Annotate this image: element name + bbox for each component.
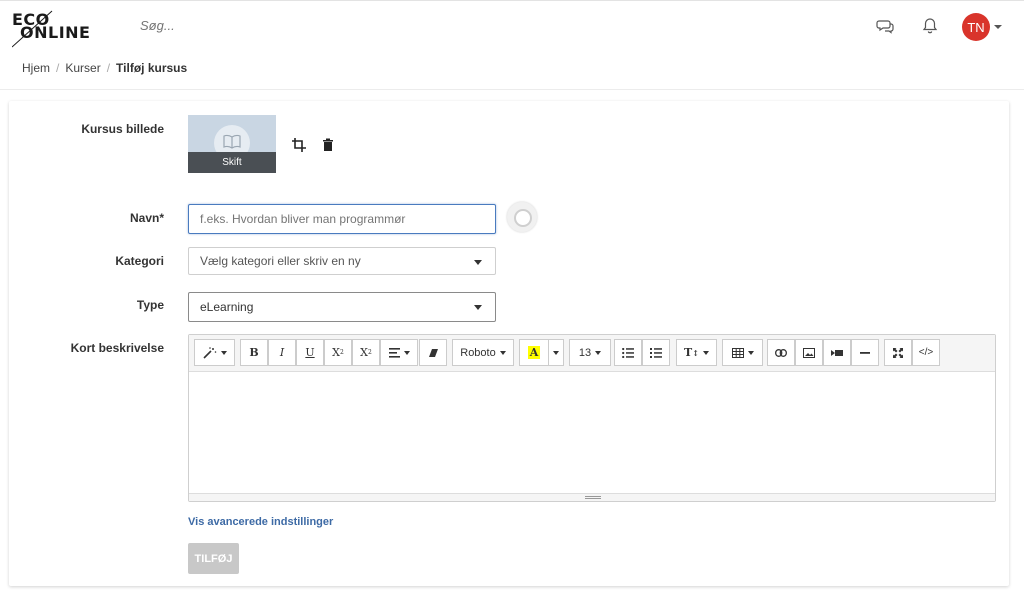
bold-button[interactable]: B — [240, 339, 268, 366]
superscript-button[interactable]: X2 — [324, 339, 352, 366]
font-color-value: A — [527, 346, 541, 359]
font-color-dropdown[interactable] — [548, 339, 564, 366]
magic-style-button[interactable] — [194, 339, 235, 366]
course-image-label: Kursus billede — [81, 122, 164, 136]
add-course-form: Kursus billede Skift Navn* Kategori Vælg… — [9, 101, 1009, 586]
category-placeholder: Vælg kategori eller skriv en ny — [200, 254, 361, 268]
chevron-down-icon — [747, 350, 754, 355]
line-height-value: T — [684, 346, 693, 359]
italic-button[interactable]: I — [268, 339, 296, 366]
name-label: Navn* — [129, 211, 164, 225]
chevron-down-icon — [403, 350, 410, 355]
insert-image-button[interactable] — [795, 339, 823, 366]
chevron-down-icon — [220, 350, 227, 355]
category-select[interactable]: Vælg kategori eller skriv en ny — [188, 247, 496, 275]
type-value: eLearning — [200, 300, 254, 314]
ecoonline-logo[interactable]: ECO ONLINE — [12, 9, 90, 49]
font-family-value: Roboto — [460, 346, 496, 359]
line-height-dropdown[interactable]: T ↕ — [676, 339, 717, 366]
table-dropdown[interactable] — [722, 339, 763, 366]
type-select[interactable]: eLearning — [188, 292, 496, 322]
editor-toolbar: B I U X2 X2 Roboto A 13 T ↕ </> — [189, 335, 995, 372]
breadcrumb-home[interactable]: Hjem — [22, 61, 50, 75]
rich-text-editor: B I U X2 X2 Roboto A 13 T ↕ </> — [188, 334, 996, 502]
course-image-preview[interactable]: Skift — [188, 115, 276, 173]
font-size-value: 13 — [578, 346, 592, 359]
subscript-label: X — [360, 346, 368, 359]
link-icon — [775, 348, 787, 357]
font-size-dropdown[interactable]: 13 — [569, 339, 611, 366]
editor-content-area[interactable] — [189, 372, 995, 494]
short-description-label: Kort beskrivelse — [70, 341, 164, 355]
user-avatar[interactable]: TN — [962, 13, 990, 41]
ordered-list-button[interactable] — [642, 339, 670, 366]
add-course-button[interactable]: TILFØJ — [188, 543, 239, 574]
minus-icon — [860, 351, 870, 354]
bullet-list-icon — [622, 347, 634, 358]
trash-icon[interactable] — [321, 138, 335, 152]
chat-icon[interactable] — [876, 17, 894, 35]
breadcrumb-courses[interactable]: Kurser — [65, 61, 100, 75]
eraser-icon — [428, 348, 438, 357]
unordered-list-button[interactable] — [614, 339, 642, 366]
divider — [0, 89, 1024, 90]
category-label: Kategori — [115, 254, 164, 268]
chevron-down-icon — [595, 350, 602, 355]
book-icon — [223, 134, 241, 149]
insert-link-button[interactable] — [767, 339, 795, 366]
loading-spinner-icon — [507, 202, 537, 232]
breadcrumb-separator: / — [106, 61, 111, 75]
table-icon — [731, 347, 744, 358]
bell-icon[interactable] — [921, 17, 939, 35]
magic-wand-icon — [202, 346, 216, 359]
logo-text-bottom: ONLINE — [20, 23, 91, 42]
chevron-down-icon[interactable] — [994, 25, 1002, 29]
font-color-button[interactable]: A — [519, 339, 549, 366]
font-family-dropdown[interactable]: Roboto — [452, 339, 514, 366]
code-view-button[interactable]: </> — [912, 339, 940, 366]
top-header: ECO ONLINE TN — [0, 0, 1024, 52]
expand-icon — [893, 347, 903, 358]
type-label: Type — [136, 298, 164, 312]
align-left-icon — [388, 347, 400, 358]
search-input[interactable] — [140, 18, 440, 33]
chevron-down-icon — [499, 350, 506, 355]
resize-grip-icon — [585, 496, 601, 497]
chevron-down-icon — [474, 260, 482, 265]
horizontal-rule-button[interactable] — [851, 339, 879, 366]
show-advanced-settings-link[interactable]: Vis avancerede indstillinger — [188, 516, 333, 528]
editor-resize-handle[interactable] — [189, 493, 995, 501]
chevron-down-icon — [474, 305, 482, 310]
insert-video-button[interactable] — [823, 339, 851, 366]
breadcrumb: Hjem / Kurser / Tilføj kursus — [22, 61, 187, 75]
numbered-list-icon — [650, 347, 662, 358]
subscript-button[interactable]: X2 — [352, 339, 380, 366]
video-icon — [831, 349, 843, 356]
crop-icon[interactable] — [292, 138, 306, 152]
chevron-down-icon — [702, 350, 709, 355]
course-name-input[interactable] — [188, 204, 496, 234]
chevron-down-icon — [553, 350, 559, 355]
breadcrumb-current: Tilføj kursus — [116, 61, 188, 75]
underline-button[interactable]: U — [296, 339, 324, 366]
clear-format-button[interactable] — [419, 339, 447, 366]
align-button[interactable] — [380, 339, 418, 366]
breadcrumb-separator: / — [56, 61, 60, 75]
fullscreen-button[interactable] — [884, 339, 912, 366]
superscript-label: X — [332, 346, 340, 359]
change-image-button[interactable]: Skift — [188, 152, 276, 173]
image-icon — [803, 347, 815, 358]
